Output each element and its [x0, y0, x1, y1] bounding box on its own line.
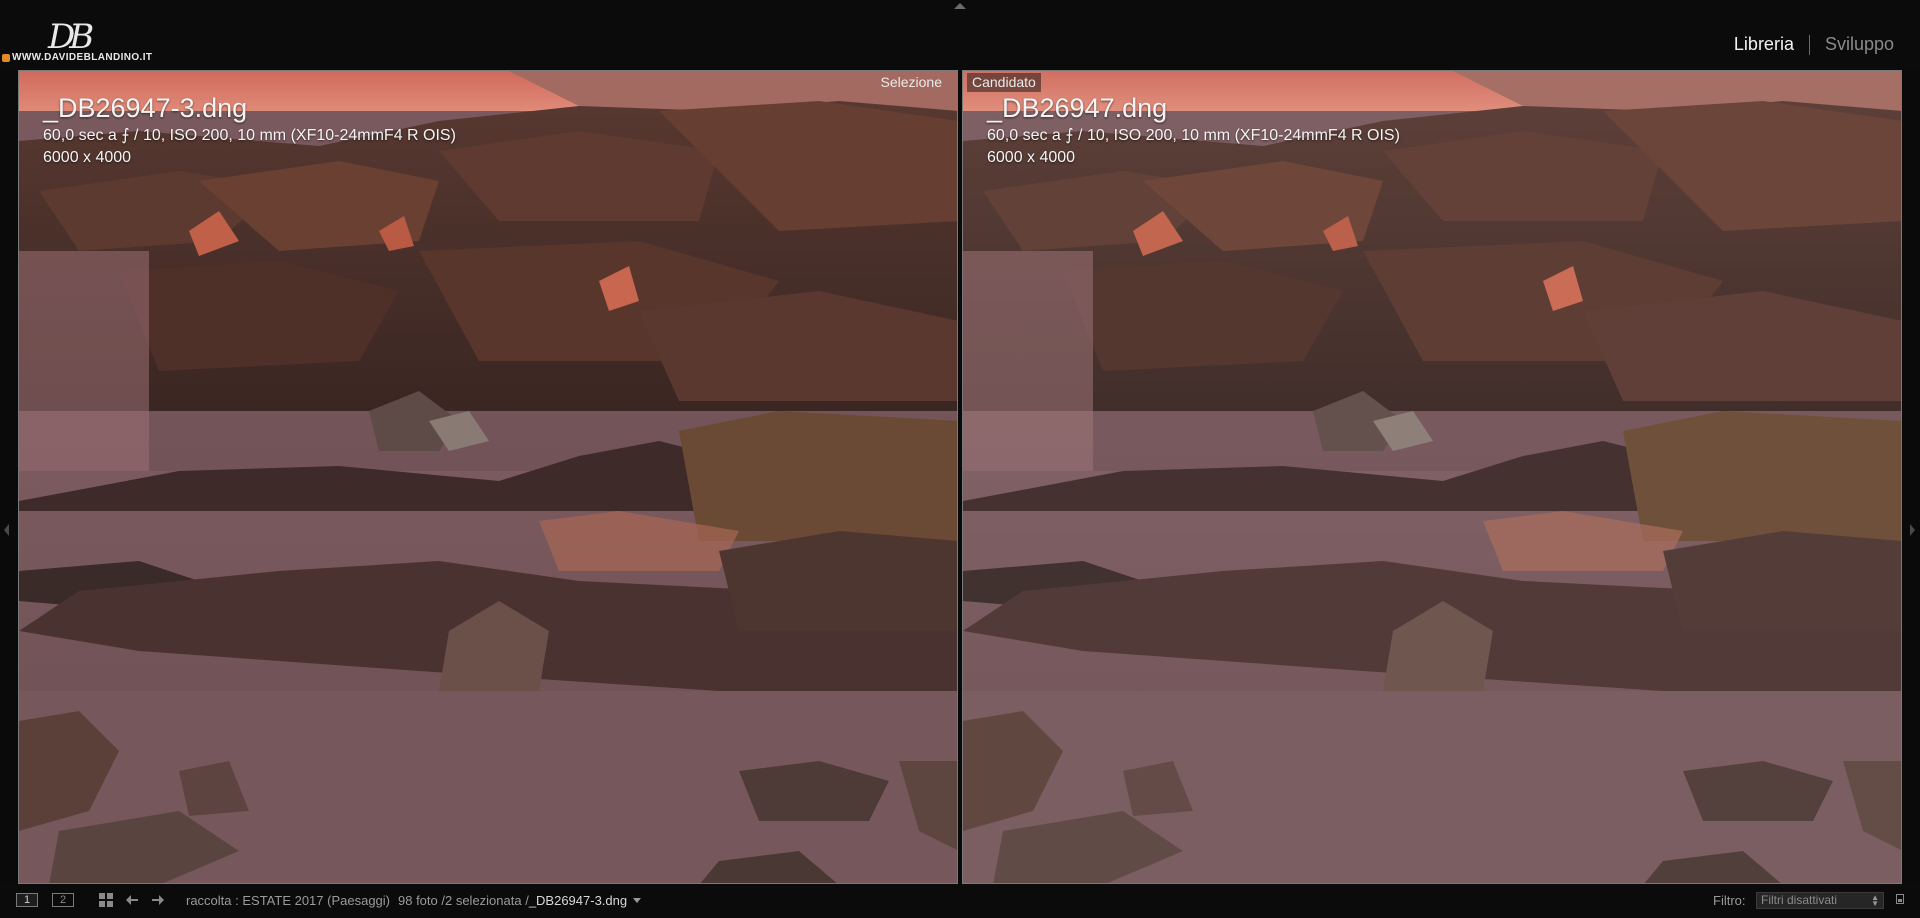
- collapse-top-panel-icon[interactable]: [954, 3, 966, 9]
- module-separator: [1808, 34, 1810, 55]
- candidate-photo[interactable]: [963, 71, 1902, 884]
- filter-select[interactable]: Filtri disattivati ▲ ▼: [1756, 892, 1884, 909]
- previous-arrow-icon[interactable]: [126, 893, 140, 907]
- candidate-info-overlay: _DB26947.dng 60,0 sec a ⨍ / 10, ISO 200,…: [987, 91, 1400, 169]
- logo-monogram: DB: [48, 17, 94, 57]
- module-picker: Libreria Sviluppo: [1734, 34, 1894, 55]
- identity-plate-logo: DB WWW.DAVIDEBLANDINO.IT: [0, 18, 180, 66]
- module-sviluppo[interactable]: Sviluppo: [1825, 34, 1894, 55]
- selection-info[interactable]: 98 foto /2 selezionata /_DB26947-3.dng: [398, 893, 642, 908]
- filter-label: Filtro:: [1713, 893, 1746, 908]
- lock-icon[interactable]: [1896, 894, 1904, 904]
- select-badge: Selezione: [880, 74, 943, 90]
- candidate-dimensions: 6000 x 4000: [987, 149, 1076, 166]
- select-filename: _DB26947-3.dng: [43, 93, 248, 123]
- primary-window-button[interactable]: 1: [16, 893, 38, 907]
- select-exif: 60,0 sec a ⨍ / 10, ISO 200, 10 mm (XF10-…: [43, 127, 456, 144]
- filter-value: Filtri disattivati: [1761, 893, 1838, 907]
- filmstrip-toolbar: 1 2 raccolta : ESTATE 2017 (Paesaggi) 98…: [0, 884, 1920, 918]
- secondary-window-button[interactable]: 2: [52, 893, 74, 907]
- compare-candidate-panel[interactable]: Candidato _DB26947.dng 60,0 sec a ⨍ / 10…: [962, 70, 1902, 884]
- collapse-left-panel-icon[interactable]: [4, 524, 9, 536]
- next-arrow-icon[interactable]: [150, 893, 164, 907]
- logo-site-text: WWW.DAVIDEBLANDINO.IT: [12, 52, 153, 63]
- selection-count: 98 foto /2 selezionata /: [398, 893, 529, 908]
- collapse-right-panel-icon[interactable]: [1910, 524, 1915, 536]
- select-dimensions: 6000 x 4000: [43, 149, 132, 166]
- module-libreria[interactable]: Libreria: [1734, 34, 1794, 55]
- candidate-exif: 60,0 sec a ⨍ / 10, ISO 200, 10 mm (XF10-…: [987, 127, 1400, 144]
- logo-mark-icon: [2, 54, 10, 62]
- candidate-badge: Candidato: [967, 73, 1041, 92]
- compare-select-panel[interactable]: Selezione _DB26947-3.dng 60,0 sec a ⨍ / …: [18, 70, 958, 884]
- collection-breadcrumb[interactable]: raccolta : ESTATE 2017 (Paesaggi): [186, 893, 390, 908]
- dropdown-caret-icon[interactable]: [633, 898, 642, 903]
- top-bar: DB WWW.DAVIDEBLANDINO.IT Libreria Svilup…: [0, 0, 1920, 70]
- selected-filename: _DB26947-3.dng: [528, 893, 628, 908]
- select-info-overlay: _DB26947-3.dng 60,0 sec a ⨍ / 10, ISO 20…: [43, 91, 456, 169]
- grid-view-icon[interactable]: [99, 893, 113, 907]
- select-photo[interactable]: [19, 71, 958, 884]
- updown-icon: ▲ ▼: [1871, 893, 1879, 908]
- candidate-filename: _DB26947.dng: [987, 93, 1168, 123]
